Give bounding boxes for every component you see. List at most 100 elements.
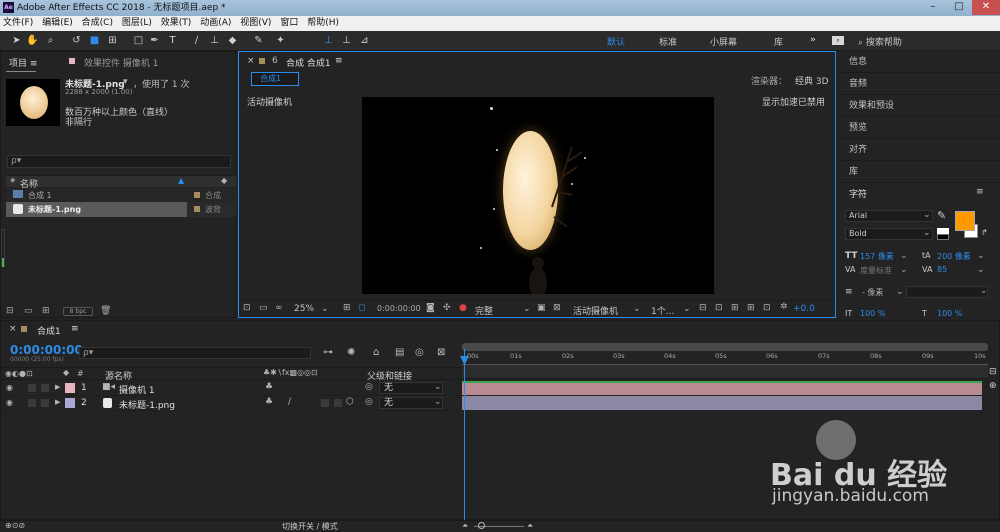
chevron-down-icon[interactable]: ⌄ xyxy=(923,210,931,220)
menu-file[interactable]: 文件(F) xyxy=(0,16,36,31)
menu-view[interactable]: 视图(V) xyxy=(237,16,274,31)
project-search-input[interactable]: ρ▾ xyxy=(7,155,231,168)
close-tab-icon[interactable]: × xyxy=(247,56,255,66)
current-time-display[interactable]: 0:00:00:00 xyxy=(10,343,83,357)
layer-duration-bar[interactable] xyxy=(462,381,982,395)
eraser-tool-icon[interactable]: ◆ xyxy=(226,34,239,48)
transparency-grid-icon[interactable]: ⊠ xyxy=(553,303,561,313)
table-row[interactable]: ◉ ▶ 1 ■◂ 摄像机 1 ♣ ◎ 无 ⌄ xyxy=(1,381,461,396)
mask-visibility-icon[interactable]: ◻ xyxy=(358,303,365,313)
3d-layer-icon[interactable]: ⬡ xyxy=(346,397,354,407)
maximize-button[interactable]: □ xyxy=(946,0,972,15)
chevron-down-icon[interactable]: ⌄ xyxy=(434,397,442,407)
roto-brush-tool-icon[interactable]: ✎ xyxy=(252,34,265,48)
panel-menu-icon[interactable]: ≡ xyxy=(976,187,984,197)
stroke-style-dropdown[interactable] xyxy=(906,286,988,298)
menu-layer[interactable]: 图层(L) xyxy=(119,16,155,31)
workspace-standard[interactable]: 标准 xyxy=(659,35,677,48)
panel-menu-icon[interactable]: ≡ xyxy=(30,59,38,69)
layer-duration-bar[interactable] xyxy=(462,396,982,410)
font-family-dropdown[interactable]: Arial xyxy=(845,210,933,222)
label-color-swatch[interactable] xyxy=(194,192,200,198)
fill-color-swatch[interactable] xyxy=(955,211,975,231)
view-layout-dropdown[interactable]: 1个... xyxy=(651,304,674,317)
chevron-down-icon[interactable]: ⌄ xyxy=(977,265,985,275)
zoom-slider-thumb[interactable] xyxy=(478,522,485,529)
comp-tab-title[interactable]: 合成 合成1 xyxy=(286,56,331,69)
flowchart-icon[interactable]: ⊞ xyxy=(747,303,755,313)
puppet-pin-tool-icon[interactable]: ✦ xyxy=(274,34,287,48)
work-area-bar[interactable] xyxy=(462,343,988,351)
lock-icon[interactable]: 6 xyxy=(272,56,278,66)
show-snapshot-icon[interactable]: ✣ xyxy=(443,303,451,313)
rectangle-tool-icon[interactable]: □ xyxy=(132,34,145,48)
local-axis-mode-icon[interactable]: ⊥ xyxy=(322,34,335,48)
dropdown-icon[interactable]: ▾ xyxy=(123,77,128,87)
world-axis-mode-icon[interactable]: ⊥ xyxy=(340,34,353,48)
render-time-icons[interactable]: ⊕⊙⊘ xyxy=(5,521,25,530)
timeline-tab-title[interactable]: 合成1 xyxy=(37,324,61,337)
tab-effects-controls[interactable]: 效果控件 摄像机 1 xyxy=(84,56,158,69)
rotate-tool-icon[interactable]: ↺ xyxy=(70,34,83,48)
pickwhip-icon[interactable]: ◎ xyxy=(365,382,373,392)
menu-animation[interactable]: 动画(A) xyxy=(197,16,234,31)
expand-arrow-icon[interactable]: ▶ xyxy=(55,383,60,391)
black-swatch[interactable] xyxy=(937,234,949,240)
chevron-down-icon[interactable]: ⌄ xyxy=(434,382,442,392)
search-help-icon[interactable]: ⌕ xyxy=(832,36,844,45)
stroke-width-value[interactable]: - 像素 xyxy=(862,287,883,298)
effects-presets-panel-header[interactable]: 效果和预设 xyxy=(840,95,1000,117)
workspace-more-button[interactable]: » xyxy=(810,35,816,45)
zoom-out-icon[interactable]: ⏶ xyxy=(462,521,468,531)
layer-marker-icon[interactable]: ⊕ xyxy=(989,381,997,391)
list-item[interactable]: 未标题-1.png 波背 xyxy=(6,202,236,217)
horizontal-scale-value[interactable]: 100 % xyxy=(937,309,962,318)
timeline-toggle-icon[interactable]: ⊞ xyxy=(731,303,739,313)
clone-stamp-tool-icon[interactable]: ⊥ xyxy=(208,34,221,48)
chevron-down-icon[interactable]: ⌄ xyxy=(321,304,329,314)
shy-switch-icon[interactable]: ♣ xyxy=(265,397,273,407)
workspace-default[interactable]: 默认 xyxy=(607,35,625,48)
solo-switch[interactable] xyxy=(28,399,36,407)
chevron-down-icon[interactable]: ⌄ xyxy=(683,304,691,314)
color-channels-icon[interactable]: ● xyxy=(459,303,467,313)
exposure-icon[interactable]: ✲ xyxy=(780,302,788,312)
graph-editor-icon[interactable]: ⊠ xyxy=(437,347,445,358)
preview-panel-header[interactable]: 预览 xyxy=(840,117,1000,139)
minimize-button[interactable]: – xyxy=(920,0,946,15)
panel-menu-icon[interactable]: ≡ xyxy=(335,56,343,66)
chevron-down-icon[interactable]: ⌄ xyxy=(523,304,531,314)
interpret-footage-icon[interactable]: ⊟ xyxy=(6,306,14,316)
align-panel-header[interactable]: 对齐 xyxy=(840,139,1000,161)
pixel-aspect-icon[interactable]: ⊟ xyxy=(699,303,707,313)
font-style-dropdown[interactable]: Bold xyxy=(845,228,933,240)
label-column-icon[interactable]: ◆ xyxy=(221,176,227,185)
pan-behind-tool-icon[interactable]: ⊞ xyxy=(106,34,119,48)
visibility-eye-icon[interactable]: ◉ xyxy=(6,383,13,392)
timeline-search-input[interactable]: ρ▾ xyxy=(79,347,311,359)
renderer-value[interactable]: 经典 3D xyxy=(795,74,829,87)
sort-ascending-icon[interactable]: ▲ xyxy=(178,176,184,185)
eyedropper-icon[interactable]: ✎ xyxy=(937,209,946,222)
time-ruler[interactable]: 00s 01s 02s 03s 04s 05s 06s 07s 08s 09s … xyxy=(462,351,988,365)
playhead-line[interactable] xyxy=(464,349,465,521)
frame-blending-icon[interactable]: ▤ xyxy=(395,347,404,358)
toggle-switches-modes-button[interactable]: 切换开关 / 模式 xyxy=(282,521,338,532)
expand-arrow-icon[interactable]: ▶ xyxy=(55,398,60,406)
shy-switch-icon[interactable]: ♣ xyxy=(265,382,273,392)
chevron-down-icon[interactable]: ⌄ xyxy=(633,304,641,314)
exposure-value[interactable]: +0.0 xyxy=(793,304,815,314)
workspace-small-screen[interactable]: 小屏幕 xyxy=(710,35,737,48)
chevron-down-icon[interactable]: ⌄ xyxy=(900,251,908,261)
menu-edit[interactable]: 编辑(E) xyxy=(39,16,76,31)
viewer-timecode[interactable]: 0:00:00:00 xyxy=(377,304,421,313)
list-item[interactable]: 合成 1 合成 xyxy=(6,188,236,203)
chevron-down-icon[interactable]: ⌄ xyxy=(980,286,988,296)
panel-menu-icon[interactable]: ≡ xyxy=(71,324,79,334)
layer-label-color[interactable] xyxy=(65,383,75,393)
3d-switch[interactable] xyxy=(334,399,342,407)
pen-tool-icon[interactable]: ✒ xyxy=(148,34,161,48)
comp-navigator-button[interactable]: 合成1 xyxy=(251,72,299,86)
layer-name[interactable]: 未标题-1.png xyxy=(119,398,175,411)
view-axis-mode-icon[interactable]: ⊿ xyxy=(358,34,371,48)
